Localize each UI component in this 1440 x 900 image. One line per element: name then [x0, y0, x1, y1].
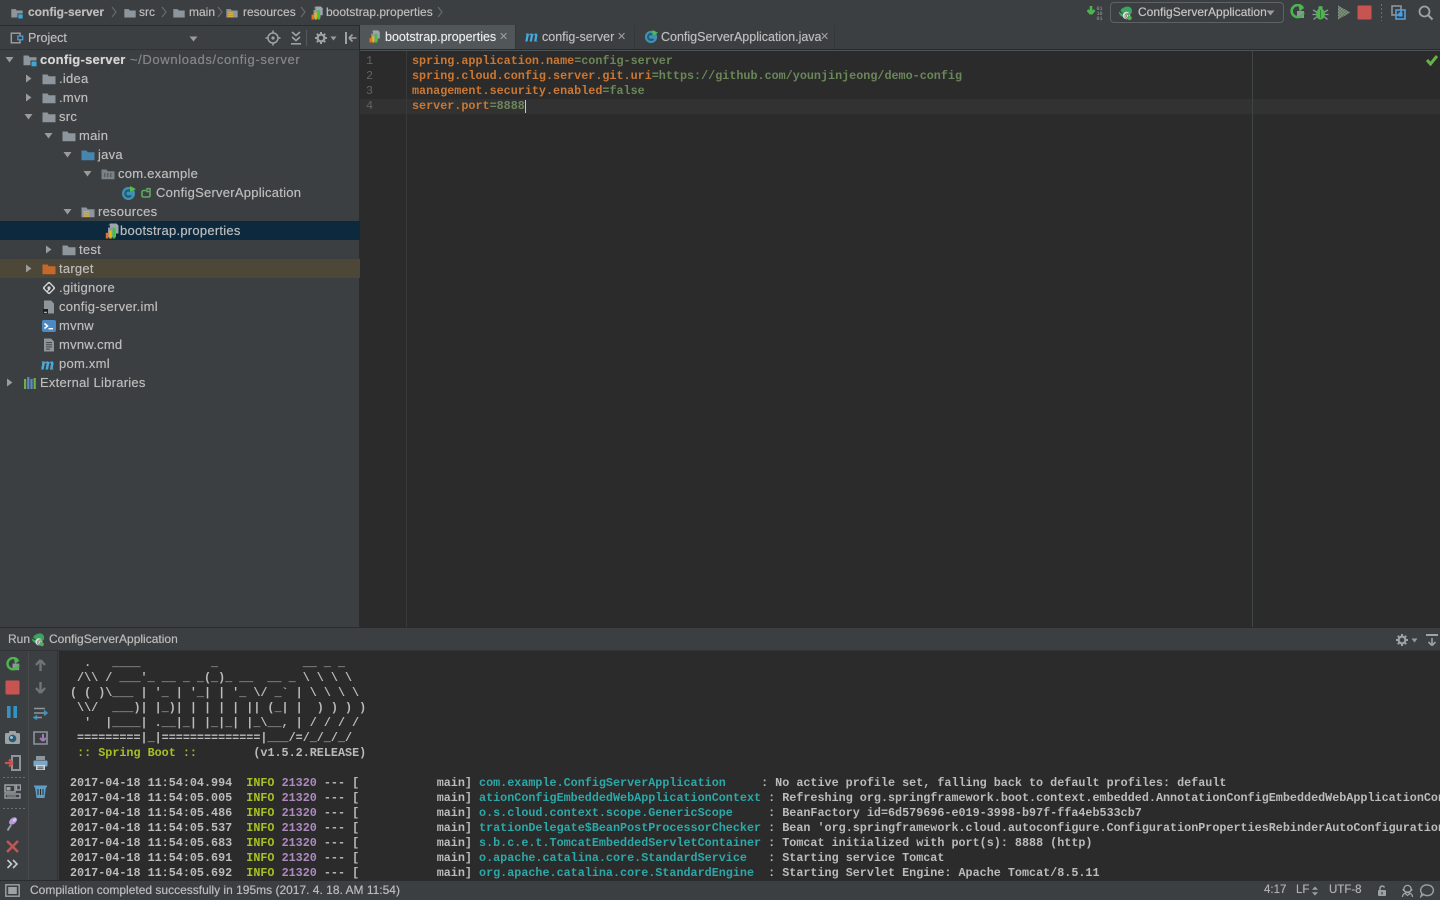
svg-text:m: m	[525, 28, 538, 44]
svg-text:01: 01	[1097, 16, 1103, 21]
svg-text:m: m	[41, 356, 54, 372]
